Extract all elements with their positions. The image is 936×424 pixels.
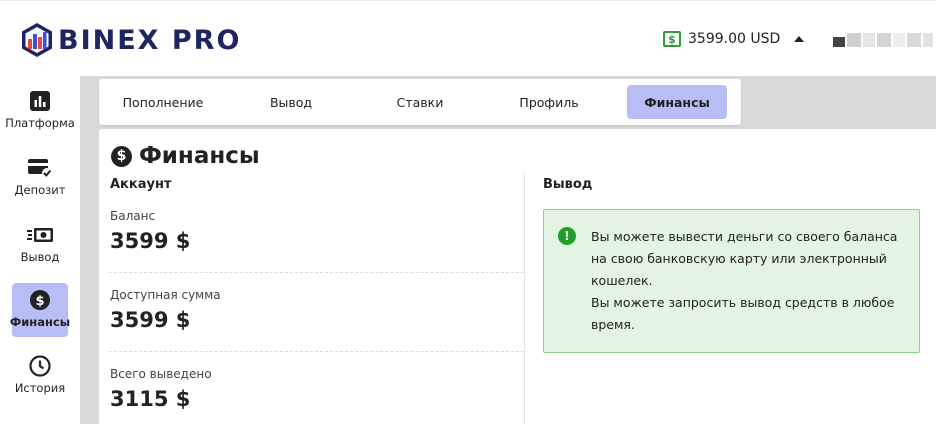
withdraw-heading: Вывод xyxy=(543,177,593,192)
stat-label: Баланс xyxy=(110,209,156,223)
tab-profile[interactable]: Профиль xyxy=(499,85,599,119)
withdraw-section: Вывод ! Вы можете вывести деньги со свое… xyxy=(543,173,936,424)
user-account-blurred[interactable] xyxy=(833,33,933,47)
page-title: $ Финансы xyxy=(111,143,260,169)
dollar-coin-icon: $ xyxy=(30,289,50,311)
main-area: Пополнение Вывод Ставки Профиль Финансы … xyxy=(80,76,936,424)
stat-label: Всего выведено xyxy=(110,367,212,381)
page-title-text: Финансы xyxy=(139,143,260,169)
sidebar-item-deposit[interactable]: Депозит xyxy=(12,151,68,205)
sidebar-item-label: Платформа xyxy=(5,116,75,130)
dollar-box-icon: $ xyxy=(663,31,681,47)
divider xyxy=(109,351,524,352)
balance-amount: 3599.00 USD xyxy=(688,31,781,47)
stat-value: 3599 $ xyxy=(110,229,191,253)
clock-icon xyxy=(29,355,51,377)
logo-icon xyxy=(22,23,52,57)
divider xyxy=(109,272,524,273)
stat-value: 3115 $ xyxy=(110,387,191,411)
finance-panel: $ Финансы Аккаунт Баланс 3599 $ Доступна… xyxy=(99,129,936,424)
tab-finance[interactable]: Финансы xyxy=(627,85,727,119)
tab-withdraw[interactable]: Вывод xyxy=(241,85,341,119)
sidebar-item-history[interactable]: История xyxy=(12,349,68,403)
brand-logo[interactable]: BINEX PRO xyxy=(20,22,241,58)
balance-dropdown[interactable]: $ 3599.00 USD xyxy=(663,31,805,47)
success-alert: ! Вы можете вывести деньги со своего бал… xyxy=(543,209,920,353)
stat-value: 3599 $ xyxy=(110,308,191,332)
tab-bets[interactable]: Ставки xyxy=(365,85,475,119)
account-heading: Аккаунт xyxy=(110,177,172,192)
exclamation-circle-icon: ! xyxy=(558,227,576,245)
sidebar-item-platform[interactable]: Платформа xyxy=(5,84,75,138)
sidebar: Платформа Депозит Вывод $ Финансы Истори… xyxy=(0,76,80,424)
caret-up-icon xyxy=(794,36,805,42)
sidebar-item-label: История xyxy=(14,381,66,395)
chart-icon xyxy=(30,90,50,112)
brand-name: BINEX PRO xyxy=(58,24,242,56)
dollar-coin-icon: $ xyxy=(111,145,132,167)
stat-label: Доступная сумма xyxy=(110,288,221,302)
alert-message: Вы можете вывести деньги со своего балан… xyxy=(591,226,911,336)
svg-text:$: $ xyxy=(35,294,44,309)
account-section: Аккаунт Баланс 3599 $ Доступная сумма 35… xyxy=(99,173,525,424)
stat-available: Доступная сумма 3599 $ xyxy=(110,288,520,332)
tab-bar: Пополнение Вывод Ставки Профиль Финансы xyxy=(99,79,741,125)
alert-message-line: Вы можете запросить вывод средств в любо… xyxy=(591,295,895,332)
card-check-icon xyxy=(28,157,52,179)
cash-out-icon xyxy=(27,224,53,246)
tab-deposit[interactable]: Пополнение xyxy=(109,85,217,119)
sidebar-item-finance[interactable]: $ Финансы xyxy=(9,283,71,337)
alert-message-line: Вы можете вывести деньги со своего балан… xyxy=(591,229,898,288)
sidebar-item-label: Вывод xyxy=(20,250,60,264)
stat-balance: Баланс 3599 $ xyxy=(110,209,520,253)
top-bar: BINEX PRO $ 3599.00 USD xyxy=(0,0,936,76)
sidebar-item-label: Депозит xyxy=(14,183,66,197)
sidebar-item-withdraw[interactable]: Вывод xyxy=(12,218,68,272)
sidebar-item-label: Финансы xyxy=(9,315,71,329)
stat-total-withdrawn: Всего выведено 3115 $ xyxy=(110,367,520,411)
